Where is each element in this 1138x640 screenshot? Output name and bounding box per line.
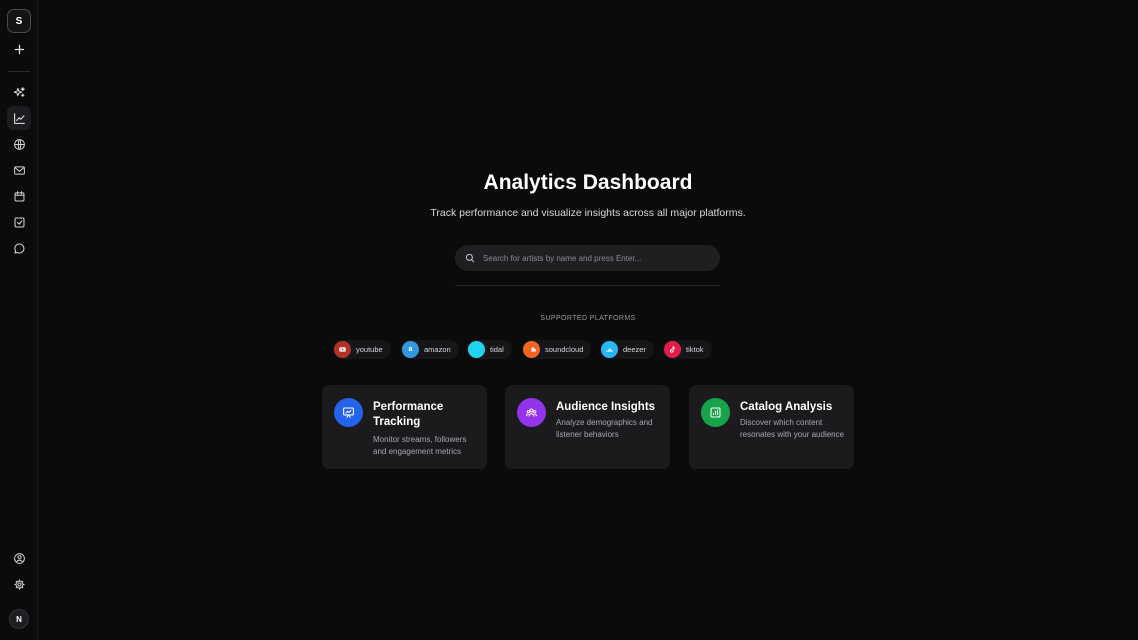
page-title: Analytics Dashboard [483, 171, 693, 194]
amazon-icon: a [402, 341, 419, 358]
feature-card-performance[interactable]: Performance Tracking Monitor streams, fo… [322, 385, 487, 469]
sidebar-item-mail[interactable] [7, 158, 31, 182]
platform-label: amazon [424, 345, 451, 354]
card-title: Catalog Analysis [740, 401, 833, 413]
presentation-chart-icon [334, 398, 363, 427]
sidebar-item-tasks[interactable] [7, 210, 31, 234]
platform-chip-deezer[interactable]: deezer [600, 340, 654, 359]
feature-card-audience[interactable]: Audience Insights Analyze demographics a… [505, 385, 670, 469]
gear-icon [13, 578, 25, 590]
card-description: Monitor streams, followers and engagemen… [373, 435, 467, 456]
platform-label: tiktok [686, 345, 704, 354]
new-item-button[interactable] [7, 37, 31, 61]
globe-icon [13, 138, 25, 150]
deezer-icon [601, 341, 618, 358]
main-content: Analytics Dashboard Track performance an… [38, 0, 1138, 640]
bar-chart-icon [701, 398, 730, 427]
platform-chip-amazon[interactable]: a amazon [401, 340, 459, 359]
sidebar: S N [0, 0, 38, 640]
youtube-icon [334, 341, 351, 358]
sidebar-item-web[interactable] [7, 132, 31, 156]
platform-chip-tidal[interactable]: tidal [467, 340, 512, 359]
sidebar-item-calendar[interactable] [7, 184, 31, 208]
checkbox-icon [14, 217, 24, 227]
platform-chip-soundcloud[interactable]: soundcloud [522, 340, 592, 359]
card-title: Performance Tracking [373, 401, 444, 428]
search-divider [455, 285, 720, 286]
platform-label: tidal [490, 345, 504, 354]
artist-search-bar[interactable] [455, 245, 720, 271]
soundcloud-icon [523, 341, 540, 358]
line-chart-icon [13, 112, 25, 124]
platform-chip-tiktok[interactable]: tiktok [663, 340, 712, 359]
feature-card-catalog[interactable]: Catalog Analysis Discover which content … [689, 385, 854, 469]
platform-label: youtube [356, 345, 383, 354]
sparkles-icon [13, 86, 25, 97]
mail-icon [13, 165, 25, 175]
sidebar-item-ai[interactable] [7, 80, 31, 104]
card-description: Discover which content resonates with yo… [740, 418, 845, 439]
platform-label: deezer [623, 345, 646, 354]
tidal-icon [468, 341, 485, 358]
artist-search-input[interactable] [483, 245, 713, 271]
card-title: Audience Insights [556, 401, 656, 413]
card-description: Analyze demographics and listener behavi… [556, 418, 653, 439]
sidebar-item-settings[interactable] [7, 572, 31, 596]
user-circle-icon [13, 552, 25, 564]
sidebar-item-profile[interactable] [7, 546, 31, 570]
users-icon [517, 398, 546, 427]
platforms-heading: SUPPORTED PLATFORMS [540, 315, 636, 322]
chat-bubble-icon [13, 243, 24, 253]
sidebar-item-chat[interactable] [7, 236, 31, 260]
page-subtitle: Track performance and visualize insights… [430, 207, 746, 219]
platform-chip-youtube[interactable]: youtube [333, 340, 391, 359]
sidebar-divider [8, 71, 30, 72]
plus-icon [14, 44, 24, 54]
workspace-avatar[interactable]: S [7, 9, 31, 33]
search-icon [465, 253, 475, 263]
calendar-icon [14, 190, 24, 201]
tiktok-icon [664, 341, 681, 358]
user-avatar[interactable]: N [9, 609, 29, 629]
sidebar-item-analytics[interactable] [7, 106, 31, 130]
platform-label: soundcloud [545, 345, 584, 354]
